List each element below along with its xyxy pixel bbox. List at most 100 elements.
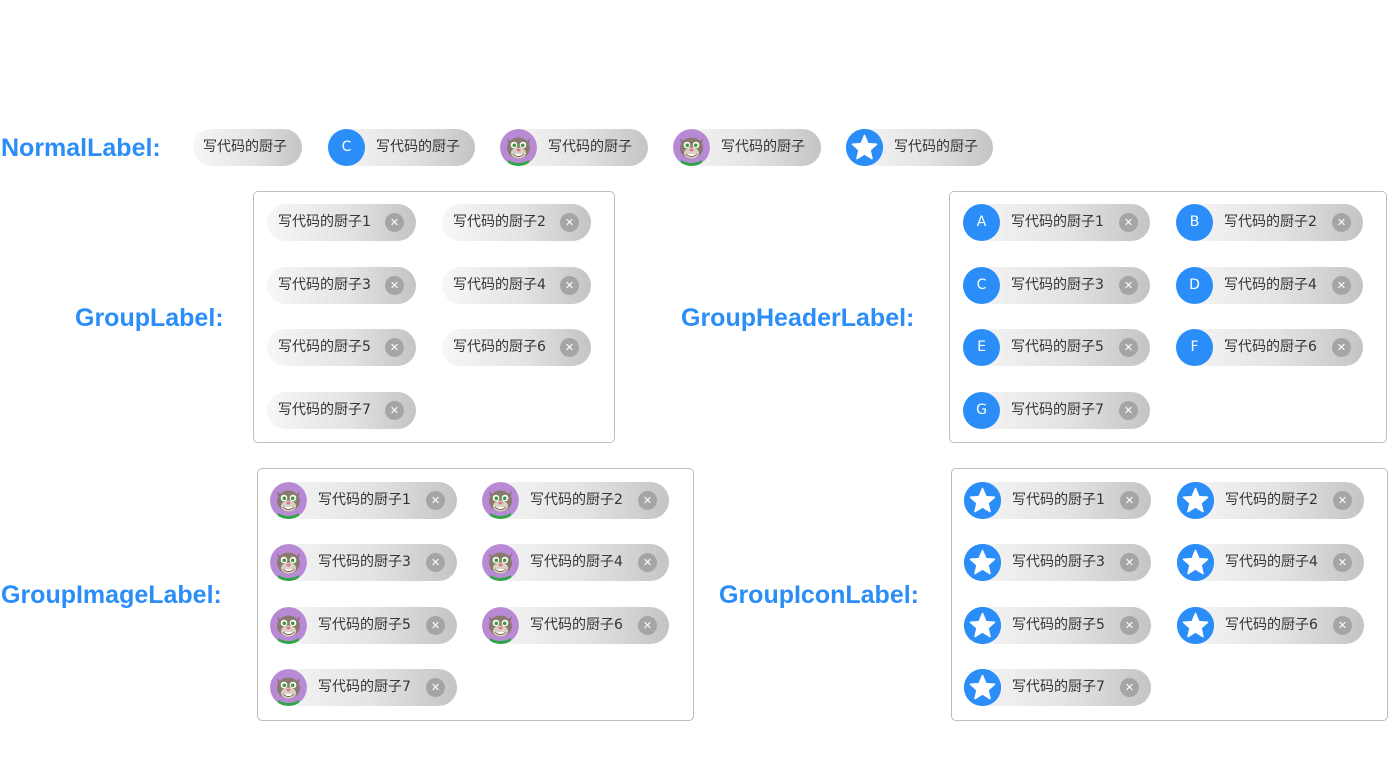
normal-label-header[interactable]: C 写代码的厨子	[328, 129, 475, 166]
group-label-chip[interactable]: 写代码的厨子4 ✕	[442, 267, 591, 304]
group-header-label-chip[interactable]: B 写代码的厨子2 ✕	[1176, 204, 1363, 241]
group-icon-label-chip[interactable]: 写代码的厨子6 ✕	[1177, 607, 1364, 644]
group-icon-label-chip[interactable]: 写代码的厨子4 ✕	[1177, 544, 1364, 581]
group-image-label-chip[interactable]: 写代码的厨子7 ✕	[270, 669, 457, 706]
label-header-circle: G	[963, 392, 1000, 429]
group-image-label-chip[interactable]: 写代码的厨子3 ✕	[270, 544, 457, 581]
group-label-chip[interactable]: 写代码的厨子7 ✕	[267, 392, 416, 429]
star-icon	[846, 129, 883, 166]
group-icon-label-chip[interactable]: 写代码的厨子7 ✕	[964, 669, 1151, 706]
label-text: 写代码的厨子3	[318, 554, 411, 570]
close-icon[interactable]: ✕	[385, 276, 404, 295]
close-icon[interactable]: ✕	[638, 616, 657, 635]
cat-avatar	[270, 544, 307, 581]
close-icon[interactable]: ✕	[385, 338, 404, 357]
cat-avatar	[482, 482, 519, 519]
label-header-circle: C	[328, 129, 365, 166]
close-icon[interactable]: ✕	[426, 616, 445, 635]
group-label-chip[interactable]: 写代码的厨子6 ✕	[442, 329, 591, 366]
close-icon[interactable]: ✕	[638, 553, 657, 572]
normal-label-image[interactable]: 写代码的厨子	[673, 129, 821, 166]
label-text: 写代码的厨子6	[530, 617, 623, 633]
close-icon[interactable]: ✕	[1119, 338, 1138, 357]
close-icon[interactable]: ✕	[560, 276, 579, 295]
label-text: 写代码的厨子4	[1224, 277, 1317, 293]
group-image-label-chip[interactable]: 写代码的厨子6 ✕	[482, 607, 669, 644]
label-text: 写代码的厨子2	[530, 492, 623, 508]
close-icon[interactable]: ✕	[1119, 401, 1138, 420]
cat-avatar	[270, 607, 307, 644]
label-text: 写代码的厨子5	[1011, 339, 1104, 355]
group-icon-label-chip[interactable]: 写代码的厨子5 ✕	[964, 607, 1151, 644]
label-text: 写代码的厨子5	[318, 617, 411, 633]
label-text: 写代码的厨子3	[278, 277, 371, 293]
group-label-title: GroupLabel:	[75, 304, 224, 332]
normal-label-image[interactable]: 写代码的厨子	[500, 129, 648, 166]
close-icon[interactable]: ✕	[638, 491, 657, 510]
label-text: 写代码的厨子4	[530, 554, 623, 570]
close-icon[interactable]: ✕	[1120, 678, 1139, 697]
star-icon	[1177, 544, 1214, 581]
normal-label-plain[interactable]: 写代码的厨子	[193, 129, 302, 166]
close-icon[interactable]: ✕	[1120, 553, 1139, 572]
group-icon-label-chip[interactable]: 写代码的厨子1 ✕	[964, 482, 1151, 519]
group-label-chip[interactable]: 写代码的厨子1 ✕	[267, 204, 416, 241]
group-image-label-chip[interactable]: 写代码的厨子4 ✕	[482, 544, 669, 581]
group-image-label-title: GroupImageLabel:	[1, 581, 222, 609]
label-text: 写代码的厨子1	[278, 214, 371, 230]
group-icon-label-chip[interactable]: 写代码的厨子3 ✕	[964, 544, 1151, 581]
close-icon[interactable]: ✕	[385, 213, 404, 232]
close-icon[interactable]: ✕	[1332, 276, 1351, 295]
group-image-label-chip[interactable]: 写代码的厨子5 ✕	[270, 607, 457, 644]
group-label-chip[interactable]: 写代码的厨子2 ✕	[442, 204, 591, 241]
cat-avatar	[482, 607, 519, 644]
group-header-label-chip[interactable]: F 写代码的厨子6 ✕	[1176, 329, 1363, 366]
close-icon[interactable]: ✕	[1120, 616, 1139, 635]
close-icon[interactable]: ✕	[1333, 491, 1352, 510]
cat-avatar	[673, 129, 710, 166]
group-header-label-chip[interactable]: G 写代码的厨子7 ✕	[963, 392, 1150, 429]
label-text: 写代码的厨子7	[278, 402, 371, 418]
close-icon[interactable]: ✕	[1333, 553, 1352, 572]
group-header-label-chip[interactable]: E 写代码的厨子5 ✕	[963, 329, 1150, 366]
label-text: 写代码的厨子1	[1011, 214, 1104, 230]
cat-avatar	[270, 669, 307, 706]
label-text: 写代码的厨子5	[1012, 617, 1105, 633]
close-icon[interactable]: ✕	[426, 678, 445, 697]
group-image-label-chip[interactable]: 写代码的厨子1 ✕	[270, 482, 457, 519]
close-icon[interactable]: ✕	[1120, 491, 1139, 510]
label-text: 写代码的厨子1	[318, 492, 411, 508]
normal-label-title: NormalLabel:	[1, 134, 161, 162]
close-icon[interactable]: ✕	[1332, 338, 1351, 357]
label-text: 写代码的厨子	[203, 139, 287, 155]
cat-avatar	[500, 129, 537, 166]
label-text: 写代码的厨子6	[453, 339, 546, 355]
close-icon[interactable]: ✕	[1119, 276, 1138, 295]
group-header-label-title: GroupHeaderLabel:	[681, 304, 915, 332]
label-header-circle: C	[963, 267, 1000, 304]
cat-avatar	[270, 482, 307, 519]
group-icon-label-title: GroupIconLabel:	[719, 581, 919, 609]
label-text: 写代码的厨子3	[1012, 554, 1105, 570]
star-icon	[1177, 482, 1214, 519]
close-icon[interactable]: ✕	[1332, 213, 1351, 232]
group-header-label-chip[interactable]: D 写代码的厨子4 ✕	[1176, 267, 1363, 304]
close-icon[interactable]: ✕	[1119, 213, 1138, 232]
group-icon-label-chip[interactable]: 写代码的厨子2 ✕	[1177, 482, 1364, 519]
group-image-label-chip[interactable]: 写代码的厨子2 ✕	[482, 482, 669, 519]
label-text: 写代码的厨子4	[1225, 554, 1318, 570]
group-header-label-chip[interactable]: C 写代码的厨子3 ✕	[963, 267, 1150, 304]
group-label-chip[interactable]: 写代码的厨子3 ✕	[267, 267, 416, 304]
group-label-chip[interactable]: 写代码的厨子5 ✕	[267, 329, 416, 366]
close-icon[interactable]: ✕	[560, 213, 579, 232]
close-icon[interactable]: ✕	[426, 491, 445, 510]
close-icon[interactable]: ✕	[426, 553, 445, 572]
close-icon[interactable]: ✕	[560, 338, 579, 357]
star-icon	[964, 544, 1001, 581]
label-header-circle: B	[1176, 204, 1213, 241]
group-header-label-chip[interactable]: A 写代码的厨子1 ✕	[963, 204, 1150, 241]
normal-label-icon[interactable]: 写代码的厨子	[846, 129, 993, 166]
label-text: 写代码的厨子6	[1224, 339, 1317, 355]
close-icon[interactable]: ✕	[1333, 616, 1352, 635]
close-icon[interactable]: ✕	[385, 401, 404, 420]
